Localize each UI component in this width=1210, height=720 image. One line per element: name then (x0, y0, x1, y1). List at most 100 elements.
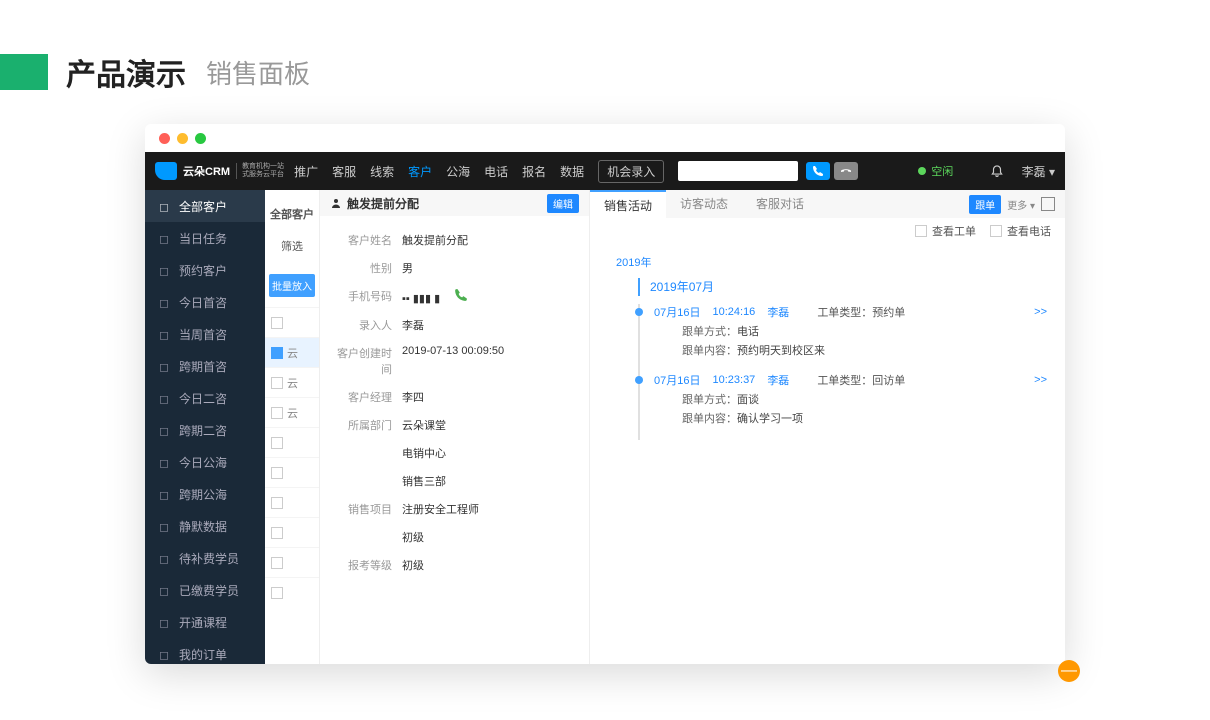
row-text: 云 (287, 345, 298, 361)
sidebar-item-label: 我的订单 (179, 646, 227, 663)
expand-button[interactable]: >> (1034, 306, 1047, 318)
sidebar-item-14[interactable]: ◻我的订单 (145, 638, 265, 664)
activity-tab-2[interactable]: 客服对话 (742, 190, 818, 218)
list-row[interactable] (265, 577, 319, 607)
detail-field: 客户创建时间2019-07-13 00:09:50 (332, 339, 577, 383)
nav-item-5[interactable]: 电话 (484, 163, 508, 180)
field-label: 手机号码 (332, 288, 402, 305)
timeline-card: 07月16日10:24:16李磊工单类型：预约单>>跟单方式：电话跟单内容：预约… (638, 304, 1047, 372)
entry-type: 工单类型：预约单 (817, 304, 905, 320)
user-menu[interactable]: 李磊 ▾ (1022, 163, 1055, 180)
sidebar-item-8[interactable]: ◻今日公海 (145, 446, 265, 478)
checkbox-icon[interactable] (271, 527, 283, 539)
detail-field: 电销中心 (332, 439, 577, 467)
checkbox-icon[interactable] (271, 587, 283, 599)
app-window: 云朵CRM 教育机构一站 式服务云平台 推广客服线索客户公海电话报名数据 机会录… (145, 124, 1065, 664)
hangup-button[interactable] (834, 162, 858, 180)
field-value: 李磊 (402, 317, 577, 333)
floating-action-button[interactable]: — (1058, 660, 1080, 682)
list-row[interactable]: 云 (265, 367, 319, 397)
sidebar-item-13[interactable]: ◻开通课程 (145, 606, 265, 638)
close-dot[interactable] (159, 133, 170, 144)
sidebar-item-7[interactable]: ◻跨期二咨 (145, 414, 265, 446)
list-title: 全部客户 (265, 200, 319, 228)
nav-item-3[interactable]: 客户 (408, 163, 432, 180)
sidebar-item-label: 跨期首咨 (179, 358, 227, 375)
sidebar-item-10[interactable]: ◻静默数据 (145, 510, 265, 542)
field-label: 客户经理 (332, 389, 402, 405)
sidebar-item-label: 跨期二咨 (179, 422, 227, 439)
list-row[interactable] (265, 547, 319, 577)
row-text: 云 (287, 375, 298, 391)
filter-view-tickets[interactable]: 查看工单 (915, 223, 976, 239)
list-row[interactable]: 云 (265, 337, 319, 367)
sidebar-item-4[interactable]: ◻当周首咨 (145, 318, 265, 350)
page-title: 产品演示 (66, 50, 186, 94)
checkbox-icon[interactable] (271, 557, 283, 569)
list-row[interactable] (265, 427, 319, 457)
sidebar-item-9[interactable]: ◻跨期公海 (145, 478, 265, 510)
filter-label[interactable]: 筛选 (265, 228, 319, 264)
nav-item-7[interactable]: 数据 (560, 163, 584, 180)
checkbox-icon[interactable] (271, 377, 283, 389)
checkbox-icon[interactable] (271, 407, 283, 419)
checkbox-icon[interactable] (271, 317, 283, 329)
sidebar-item-label: 今日首咨 (179, 294, 227, 311)
list-row[interactable]: 云 (265, 397, 319, 427)
nav-item-2[interactable]: 线索 (370, 163, 394, 180)
detail-field: 初级 (332, 523, 577, 551)
checkbox-icon[interactable] (271, 467, 283, 479)
logo-sub-line2: 式服务云平台 (242, 171, 284, 179)
sidebar-item-0[interactable]: ◻全部客户 (145, 190, 265, 222)
checkbox-icon[interactable] (271, 497, 283, 509)
expand-button[interactable]: >> (1034, 374, 1047, 386)
sidebar-item-1[interactable]: ◻当日任务 (145, 222, 265, 254)
batch-button[interactable]: 批量放入 (269, 274, 315, 297)
sidebar-item-5[interactable]: ◻跨期首咨 (145, 350, 265, 382)
accent-block (0, 54, 48, 90)
checkbox-icon[interactable] (271, 347, 283, 359)
nav-item-1[interactable]: 客服 (332, 163, 356, 180)
sidebar-item-12[interactable]: ◻已缴费学员 (145, 574, 265, 606)
activity-tab-1[interactable]: 访客动态 (666, 190, 742, 218)
list-row[interactable] (265, 307, 319, 337)
nav-item-0[interactable]: 推广 (294, 163, 318, 180)
sidebar-item-label: 今日二咨 (179, 390, 227, 407)
logo-icon (155, 162, 177, 180)
popup-icon[interactable] (1041, 197, 1055, 211)
search-input[interactable] (678, 161, 798, 181)
edit-button[interactable]: 编辑 (547, 194, 579, 213)
field-value: 云朵课堂 (402, 417, 577, 433)
filter-view-calls[interactable]: 查看电话 (990, 223, 1051, 239)
activity-filters: 查看工单 查看电话 (590, 218, 1065, 244)
user-name: 李磊 (1022, 165, 1046, 179)
list-row[interactable] (265, 487, 319, 517)
more-button[interactable]: 更多 ▾ (1007, 197, 1035, 212)
sidebar-item-3[interactable]: ◻今日首咨 (145, 286, 265, 318)
phone-icon[interactable] (454, 293, 468, 305)
checkbox-icon[interactable] (271, 437, 283, 449)
minimize-dot[interactable] (177, 133, 188, 144)
bell-icon[interactable] (990, 163, 1004, 180)
sidebar-item-6[interactable]: ◻今日二咨 (145, 382, 265, 414)
chance-entry-button[interactable]: 机会录入 (598, 160, 664, 183)
nav-item-6[interactable]: 报名 (522, 163, 546, 180)
page-subtitle: 销售面板 (206, 54, 310, 91)
field-label: 客户姓名 (332, 232, 402, 248)
top-nav: 云朵CRM 教育机构一站 式服务云平台 推广客服线索客户公海电话报名数据 机会录… (145, 152, 1065, 190)
maximize-dot[interactable] (195, 133, 206, 144)
sidebar-item-label: 跨期公海 (179, 486, 227, 503)
list-row[interactable] (265, 457, 319, 487)
timeline: 2019年 2019年07月 07月16日10:24:16李磊工单类型：预约单>… (590, 244, 1065, 664)
sidebar-item-2[interactable]: ◻预约客户 (145, 254, 265, 286)
timeline-month: 2019年07月 (638, 278, 1047, 296)
phone-icon (812, 165, 824, 177)
call-button[interactable] (806, 162, 830, 180)
follow-button[interactable]: 跟单 (969, 195, 1001, 214)
entry-date: 07月16日 (654, 372, 700, 388)
list-row[interactable] (265, 517, 319, 547)
detail-field: 销售项目注册安全工程师 (332, 495, 577, 523)
activity-tab-0[interactable]: 销售活动 (590, 190, 666, 218)
nav-item-4[interactable]: 公海 (446, 163, 470, 180)
sidebar-item-11[interactable]: ◻待补费学员 (145, 542, 265, 574)
